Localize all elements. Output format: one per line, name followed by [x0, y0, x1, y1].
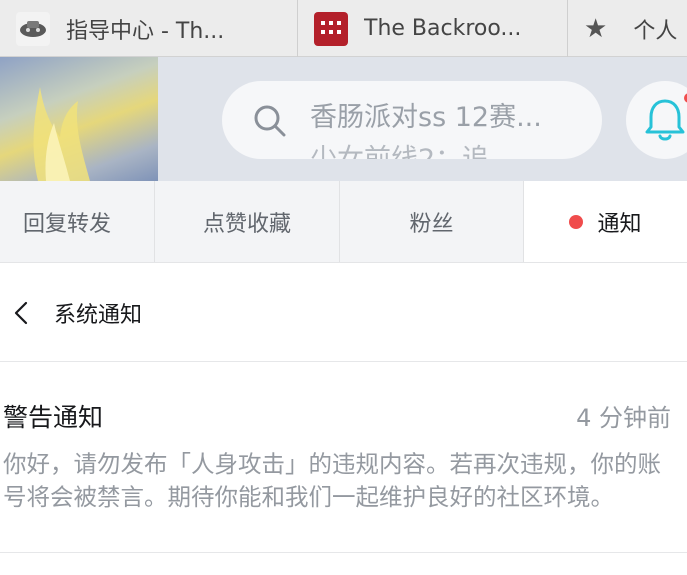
- notice-body: 你好，请勿发布「人身攻击」的违规内容。若再次违规，你的账号将会被禁言。期待你能和…: [3, 450, 661, 511]
- tab-fans[interactable]: 粉丝: [340, 181, 524, 262]
- notification-bell-button[interactable]: [626, 81, 687, 159]
- browser-tab-bookmarked[interactable]: ★ 个人: [568, 0, 687, 57]
- tab-label: 粉丝: [409, 211, 454, 237]
- search-box[interactable]: 香肠派对ss 12赛... 少女前线2：追: [222, 81, 602, 159]
- search-icon: [254, 105, 286, 137]
- page-header: 系统通知: [0, 263, 687, 362]
- notice-time: 4 分钟前: [576, 404, 671, 432]
- tab-notifications[interactable]: 通知: [524, 181, 687, 262]
- browser-tab-guide-center[interactable]: 指导中心 - Th...: [0, 0, 298, 57]
- tab-title: 指导中心 - Th...: [66, 18, 225, 44]
- browser-tab-backrooms[interactable]: The Backroo...: [298, 0, 568, 57]
- notice-title: 警告通知: [3, 403, 104, 432]
- header-banner-image[interactable]: [0, 57, 158, 181]
- tab-label: 回复转发: [22, 211, 111, 237]
- page-title: 系统通知: [54, 303, 143, 328]
- star-icon: ★: [584, 13, 608, 44]
- search-placeholder-next: 少女前线2：追: [310, 137, 489, 159]
- tab-label: 通知: [597, 211, 642, 237]
- guide-center-favicon: [16, 11, 50, 46]
- back-arrow-icon[interactable]: [12, 301, 32, 325]
- tab-title: The Backroo...: [364, 16, 522, 41]
- tab-replies[interactable]: 回复转发: [0, 181, 155, 262]
- tab-likes[interactable]: 点赞收藏: [155, 181, 340, 262]
- search-placeholder: 香肠派对ss 12赛...: [310, 102, 542, 133]
- site-header: 香肠派对ss 12赛... 少女前线2：追: [0, 57, 687, 181]
- unread-dot: [569, 214, 584, 229]
- browser-tab-bar: 指导中心 - Th... The Backroo... ★ 个人: [0, 0, 687, 57]
- message-tabs: 回复转发 点赞收藏 粉丝 通知: [0, 181, 687, 263]
- backrooms-favicon: [314, 11, 348, 46]
- tab-title: 个人: [633, 18, 678, 44]
- notice-item[interactable]: 警告通知 4 分钟前 你好，请勿发布「人身攻击」的违规内容。若再次违规，你的账号…: [0, 362, 687, 553]
- bell-icon: [645, 99, 685, 141]
- tab-label: 点赞收藏: [202, 211, 291, 237]
